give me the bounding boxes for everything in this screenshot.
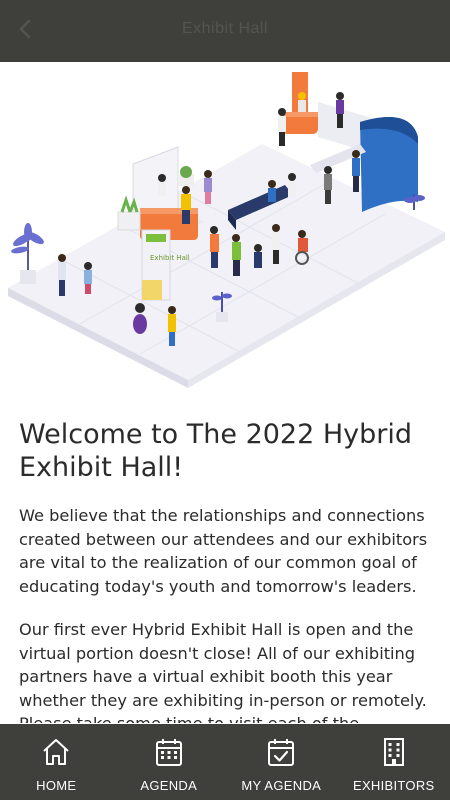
hybrid-paragraph: Our first ever Hybrid Exhibit Hall is op… — [19, 620, 427, 723]
calendar-check-icon — [268, 739, 295, 766]
building-icon — [383, 738, 404, 766]
tab-agenda-label: AGENDA — [140, 778, 198, 793]
tab-exhibitors-label: EXHIBITORS — [352, 778, 435, 793]
home-icon — [43, 739, 69, 765]
tab-my-agenda[interactable]: MY AGENDA — [225, 724, 338, 800]
main-content: Welcome to The 2022 Hybrid Exhibit Hall!… — [19, 418, 437, 723]
tab-home[interactable]: HOME — [0, 724, 113, 800]
sign-text: Exhibit Hall — [150, 254, 190, 262]
tab-home-label: HOME — [36, 778, 77, 793]
intro-paragraph: We believe that the relationships and co… — [19, 506, 428, 596]
page-title: Exhibit Hall — [181, 20, 269, 37]
calendar-icon — [155, 739, 182, 766]
exhibit-hall-scene: Exhibit Hall — [8, 72, 445, 388]
tab-agenda[interactable]: AGENDA — [113, 724, 226, 800]
tab-exhibitors[interactable]: EXHIBITORS — [338, 724, 450, 800]
bottom-tab-bar: HOME AGENDA MY AGENDA EXHIBITORS — [0, 724, 450, 800]
exhibit-hall-illustration: Exhibit Hall — [0, 62, 450, 392]
tab-my-agenda-label: MY AGENDA — [241, 778, 322, 793]
welcome-heading: Welcome to The 2022 Hybrid Exhibit Hall! — [19, 419, 413, 483]
top-app-bar: Exhibit Hall — [0, 0, 450, 62]
